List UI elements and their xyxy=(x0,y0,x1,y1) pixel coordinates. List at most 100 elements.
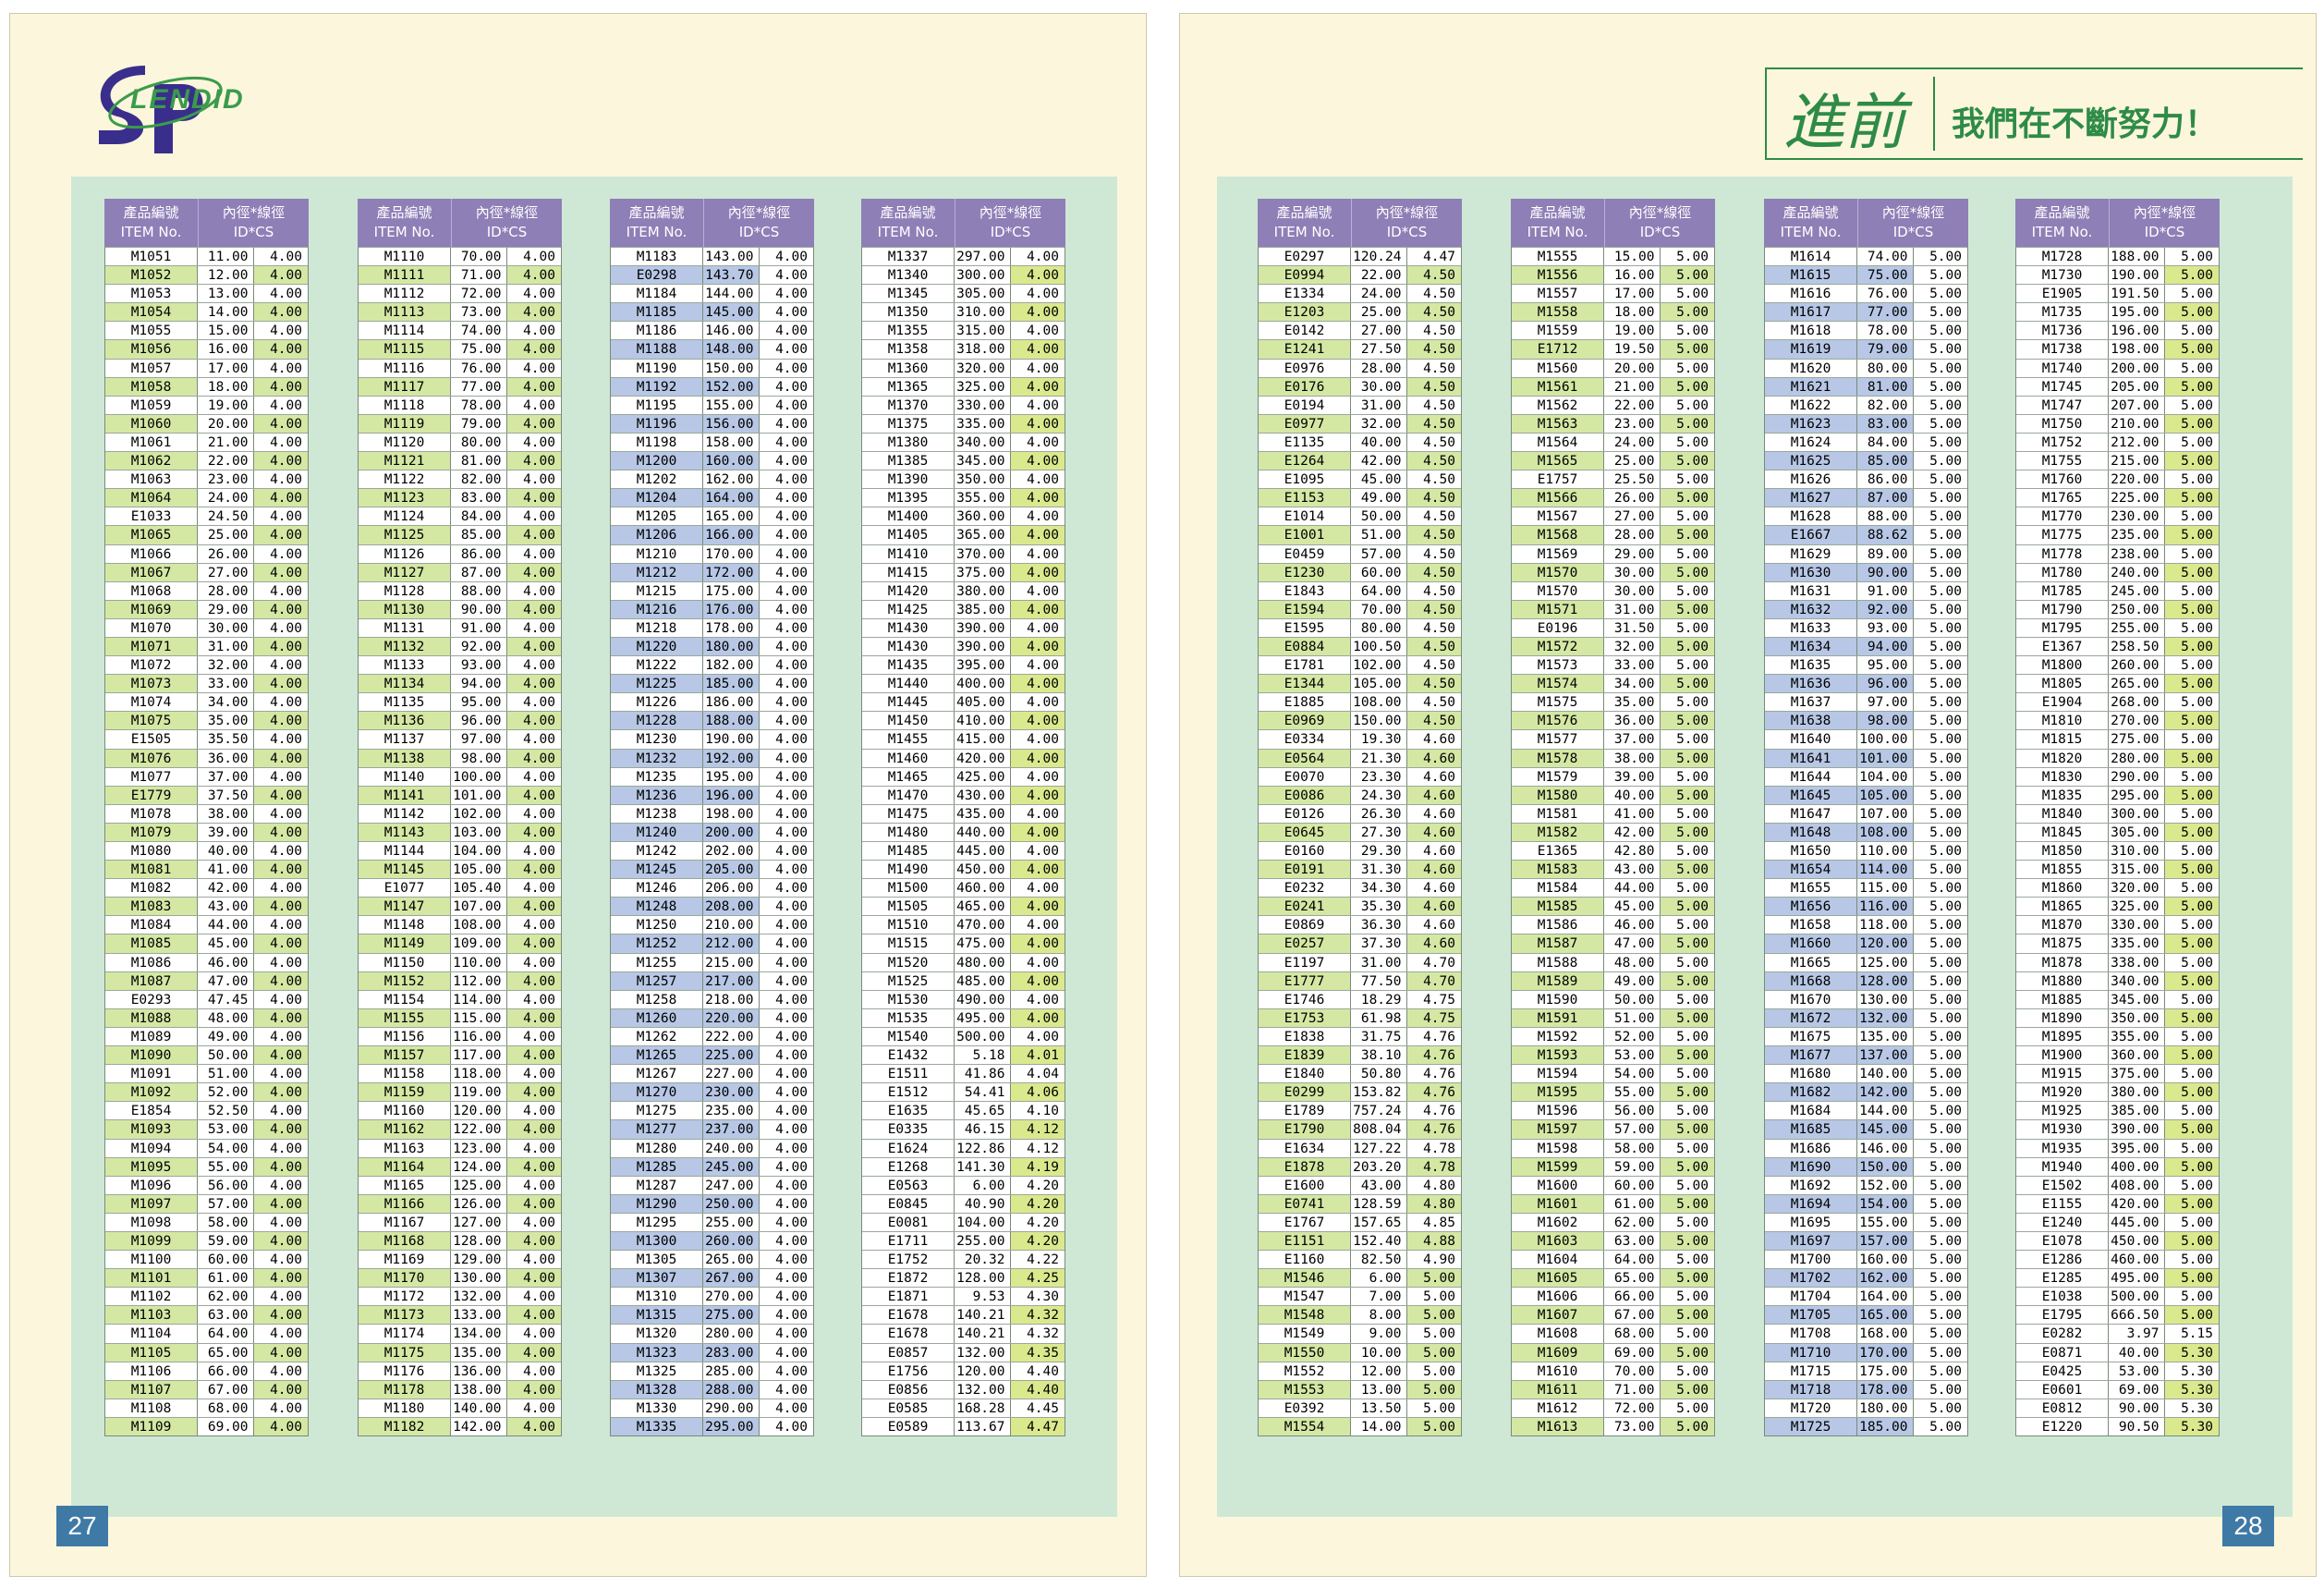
cs-cell: 4.04 xyxy=(1027,1067,1059,1082)
table-row: M1686 146.00 5.00 xyxy=(1765,1138,1967,1157)
item-no-cell: M1725 xyxy=(1765,1417,1858,1435)
table-row: E0741 128.59 4.80 xyxy=(1259,1193,1461,1213)
item-no-cell: M1076 xyxy=(105,749,199,767)
table-row: M1061 21.00 4.00 xyxy=(105,432,308,452)
item-no-cell: M1157 xyxy=(359,1046,452,1065)
table-row: M1121 81.00 4.00 xyxy=(359,451,561,470)
cs-cell: 5.00 xyxy=(1929,658,1962,674)
item-no-cell: M1520 xyxy=(862,953,955,971)
item-no-cell: E1634 xyxy=(1259,1139,1352,1157)
table-row: M1222 182.00 4.00 xyxy=(611,655,813,675)
item-no-cell: M1337 xyxy=(862,248,955,266)
item-no-cell: M1612 xyxy=(1512,1399,1605,1417)
cs-cell: 4.50 xyxy=(1423,583,1455,599)
item-no-cell: M1258 xyxy=(611,990,704,1008)
id-cell: 128.00 xyxy=(451,1231,507,1251)
item-no-cell: M1365 xyxy=(862,377,955,396)
id-cell: 7.00 xyxy=(1351,1288,1407,1306)
id-cell: 130.00 xyxy=(451,1269,507,1288)
id-cs-header: 內徑*線徑 ID*CS xyxy=(2109,199,2220,247)
item-no-cell: M1255 xyxy=(611,953,704,971)
table-row: E1153 49.00 4.50 xyxy=(1259,488,1461,507)
cs-cell: 5.00 xyxy=(1929,416,1962,432)
table-row: M1074 34.00 4.00 xyxy=(105,692,308,712)
cs-cell: 4.00 xyxy=(1027,955,1059,971)
cs-cell: 5.00 xyxy=(1660,675,1714,693)
table-row: E1746 18.29 4.75 xyxy=(1259,989,1461,1008)
id-cell: 35.50 xyxy=(198,730,254,749)
id-cs-header: 內徑*線徑 ID*CS xyxy=(198,199,309,247)
table-row: M1553 13.00 5.00 xyxy=(1259,1379,1461,1399)
id-cell: 60.00 xyxy=(198,1251,254,1269)
item-no-cell: E1240 xyxy=(2016,1213,2110,1231)
id-cell: 188.00 xyxy=(2109,248,2165,266)
table-row: M1460 420.00 4.00 xyxy=(862,748,1065,767)
cs-cell: 5.00 xyxy=(1929,936,1962,952)
slogan-divider xyxy=(1933,77,1935,151)
cs-cell: 4.00 xyxy=(775,1010,808,1026)
id-cell: 350.00 xyxy=(2109,1008,2165,1027)
cs-cell: 4.50 xyxy=(1423,620,1455,636)
table-row: M1619 79.00 5.00 xyxy=(1765,339,1967,359)
item-no-cell: M1592 xyxy=(1512,1027,1605,1046)
id-cell: 115.00 xyxy=(1857,879,1914,898)
id-cell: 29.00 xyxy=(198,600,254,618)
item-no-cell: M1895 xyxy=(2016,1027,2110,1046)
id-cell: 76.00 xyxy=(1857,285,1914,303)
item-no-cell: M1206 xyxy=(611,526,704,544)
splendid-logo xyxy=(99,66,223,153)
table-row: M1588 48.00 5.00 xyxy=(1512,952,1714,971)
id-cell: 78.00 xyxy=(1857,322,1914,340)
item-no-cell: M1385 xyxy=(862,452,955,470)
table-row: M1085 45.00 4.00 xyxy=(105,934,308,953)
item-no-cell: E1155 xyxy=(2016,1194,2110,1213)
cs-cell: 5.00 xyxy=(1929,1233,1962,1249)
table-row: E0976 28.00 4.50 xyxy=(1259,358,1461,377)
table-row: E1854 52.50 4.00 xyxy=(105,1101,308,1120)
cs-cell: 5.00 xyxy=(2164,1083,2219,1102)
cs-cell: 4.80 xyxy=(1406,1194,1461,1213)
id-cell: 164.00 xyxy=(703,489,760,507)
cs-cell: 5.00 xyxy=(1676,1289,1709,1305)
table-row: M1112 72.00 4.00 xyxy=(359,284,561,303)
cs-cell: 5.00 xyxy=(1676,1363,1709,1379)
table-row: M1940 400.00 5.00 xyxy=(2016,1156,2219,1176)
cs-cell: 4.00 xyxy=(1010,452,1065,470)
cs-cell: 5.00 xyxy=(2164,266,2219,285)
item-no-cell: M1202 xyxy=(611,470,704,489)
cs-cell: 4.00 xyxy=(270,509,302,525)
id-cell: 34.00 xyxy=(1604,675,1661,693)
cs-cell: 4.00 xyxy=(506,1120,561,1139)
item-no-cell: M1156 xyxy=(359,1027,452,1046)
id-cell: 175.00 xyxy=(703,581,760,600)
id-cell: 61.00 xyxy=(1604,1194,1661,1213)
id-cell: 92.00 xyxy=(1857,600,1914,618)
table-row: M1708 168.00 5.00 xyxy=(1765,1324,1967,1343)
size-header-cn: 內徑*線徑 xyxy=(222,204,286,221)
item-no-cell: M1148 xyxy=(359,916,452,934)
size-header-cn: 內徑*線徑 xyxy=(1375,204,1439,221)
item-no-cell: M1088 xyxy=(105,1008,199,1027)
cs-cell: 4.50 xyxy=(1423,695,1455,711)
cs-cell: 5.00 xyxy=(1423,1326,1455,1342)
table-row: M1552 12.00 5.00 xyxy=(1259,1361,1461,1380)
id-cell: 217.00 xyxy=(703,971,760,990)
id-cell: 305.00 xyxy=(2109,823,2165,841)
id-cell: 66.00 xyxy=(1604,1288,1661,1306)
item-no-cell: M1635 xyxy=(1765,656,1858,675)
id-cell: 107.00 xyxy=(1857,804,1914,823)
cs-cell: 4.00 xyxy=(506,861,561,879)
table-row: E1160 82.50 4.90 xyxy=(1259,1250,1461,1269)
id-cell: 96.00 xyxy=(1857,675,1914,693)
item-no-cell: M1216 xyxy=(611,600,704,618)
cs-cell: 5.00 xyxy=(1676,1326,1709,1342)
cs-cell: 4.60 xyxy=(1406,898,1461,916)
cs-cell: 5.00 xyxy=(1929,287,1962,302)
item-no-cell: M1775 xyxy=(2016,526,2110,544)
item-no-cell: M1470 xyxy=(862,786,955,804)
size-header-en: ID*CS xyxy=(1386,224,1428,240)
table-row: M1147 107.00 4.00 xyxy=(359,897,561,916)
item-no-cell: M1420 xyxy=(862,581,955,600)
cs-cell: 5.00 xyxy=(2181,546,2213,562)
id-cell: 58.00 xyxy=(198,1213,254,1231)
